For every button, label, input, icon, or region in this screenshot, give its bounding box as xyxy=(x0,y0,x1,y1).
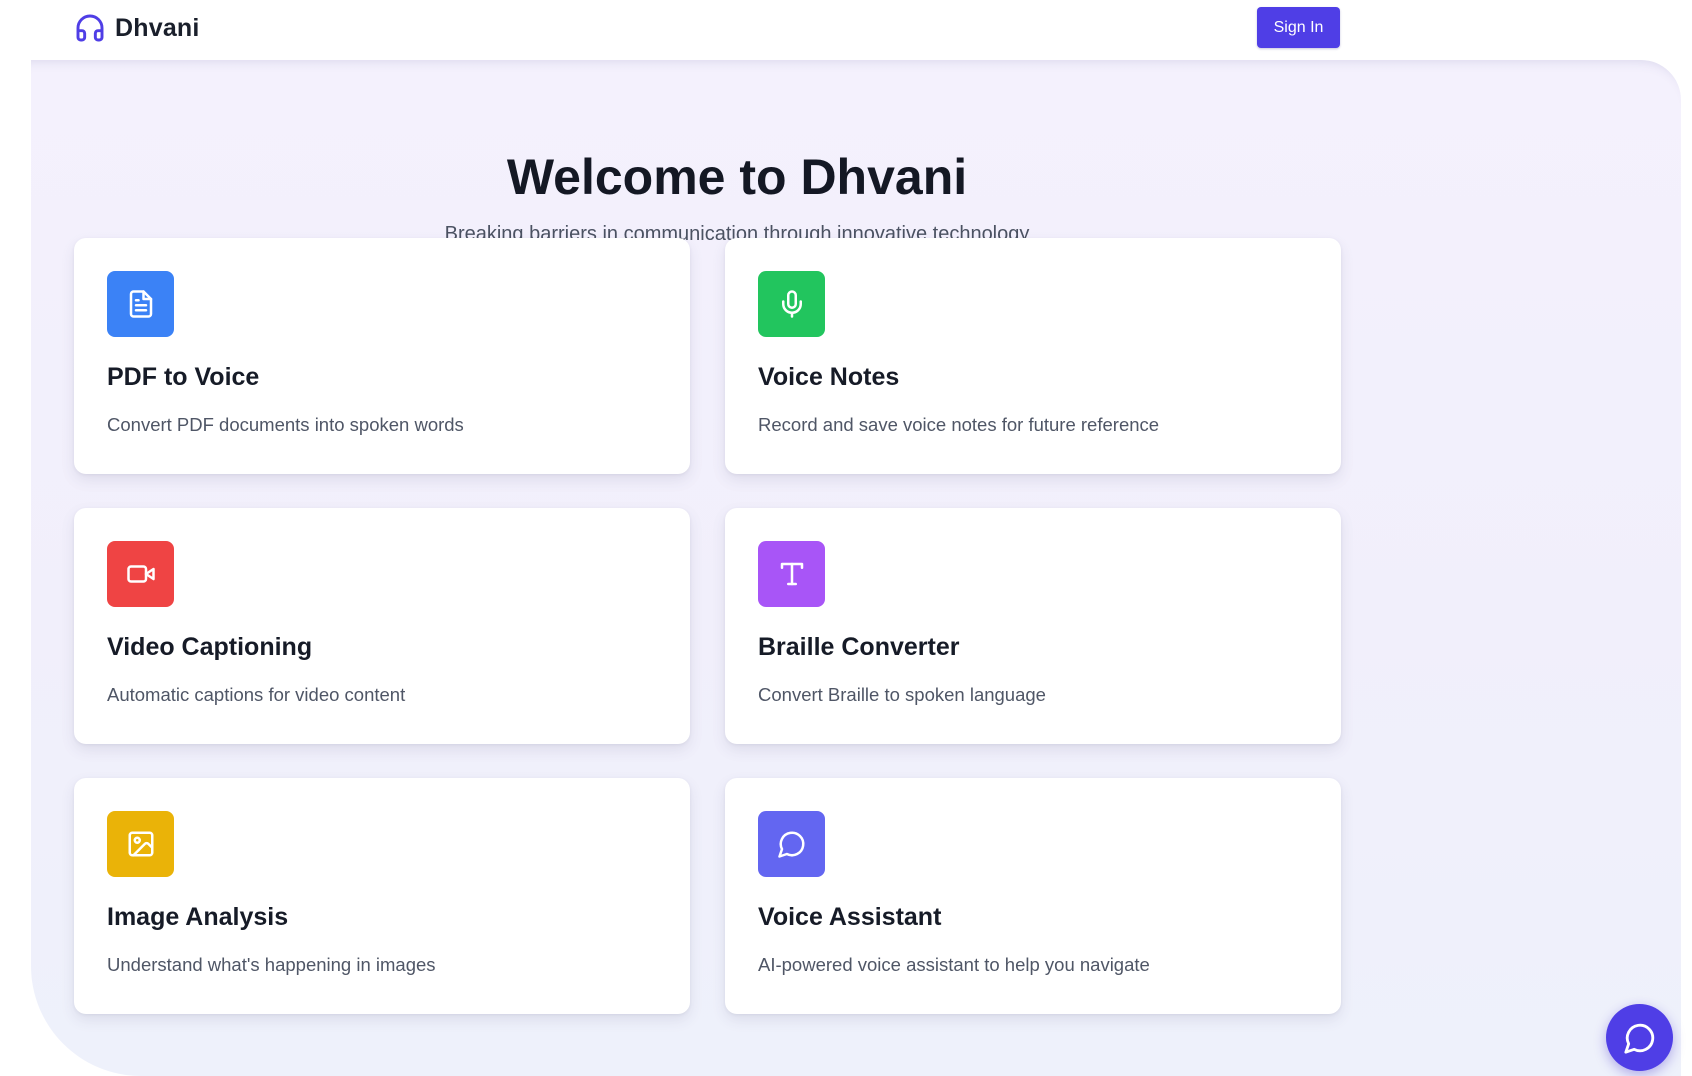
brand-logo[interactable]: Dhvani xyxy=(74,11,200,45)
feature-card-braille-converter[interactable]: Braille Converter Convert Braille to spo… xyxy=(725,508,1341,744)
image-icon xyxy=(128,831,153,857)
card-title: PDF to Voice xyxy=(107,363,260,391)
feature-card-pdf-to-voice[interactable]: PDF to Voice Convert PDF documents into … xyxy=(74,238,690,474)
card-description: Convert PDF documents into spoken words xyxy=(107,414,464,435)
card-icon-badge xyxy=(107,811,174,877)
card-icon-badge xyxy=(758,271,825,337)
card-title: Braille Converter xyxy=(758,633,960,661)
main-panel: Welcome to Dhvani Breaking barriers in c… xyxy=(31,60,1681,1076)
message-circle-icon xyxy=(1623,1023,1654,1054)
type-icon xyxy=(780,562,803,586)
card-description: Understand what's happening in images xyxy=(107,954,436,975)
card-title: Voice Assistant xyxy=(758,903,942,931)
feature-card-voice-notes[interactable]: Voice Notes Record and save voice notes … xyxy=(725,238,1341,474)
card-icon-badge xyxy=(107,271,174,337)
video-camera-icon xyxy=(126,565,155,583)
card-description: AI-powered voice assistant to help you n… xyxy=(758,954,1150,975)
feature-card-image-analysis[interactable]: Image Analysis Understand what's happeni… xyxy=(74,778,690,1014)
card-description: Convert Braille to spoken language xyxy=(758,684,1046,705)
card-icon-badge xyxy=(758,811,825,877)
feature-card-video-captioning[interactable]: Video Captioning Automatic captions for … xyxy=(74,508,690,744)
top-navbar: Dhvani Sign In xyxy=(0,0,1692,60)
card-description: Automatic captions for video content xyxy=(107,684,406,705)
card-title: Image Analysis xyxy=(107,903,289,931)
chat-fab-button[interactable] xyxy=(1606,1004,1673,1071)
card-description: Record and save voice notes for future r… xyxy=(758,414,1160,435)
card-icon-badge xyxy=(758,541,825,607)
headphones-icon xyxy=(76,14,104,42)
card-title: Voice Notes xyxy=(758,363,900,391)
message-circle-icon xyxy=(777,831,804,858)
sign-in-button[interactable]: Sign In xyxy=(1257,7,1340,48)
hero-title: Welcome to Dhvani xyxy=(506,149,968,205)
feature-card-voice-assistant[interactable]: Voice Assistant AI-powered voice assista… xyxy=(725,778,1341,1014)
card-icon-badge xyxy=(107,541,174,607)
microphone-icon xyxy=(781,290,802,318)
page: Dhvani Sign In Welcome to Dhvani Breakin… xyxy=(0,0,1692,1076)
file-text-icon xyxy=(129,290,152,318)
card-title: Video Captioning xyxy=(107,633,313,661)
brand-name: Dhvani xyxy=(115,13,200,42)
